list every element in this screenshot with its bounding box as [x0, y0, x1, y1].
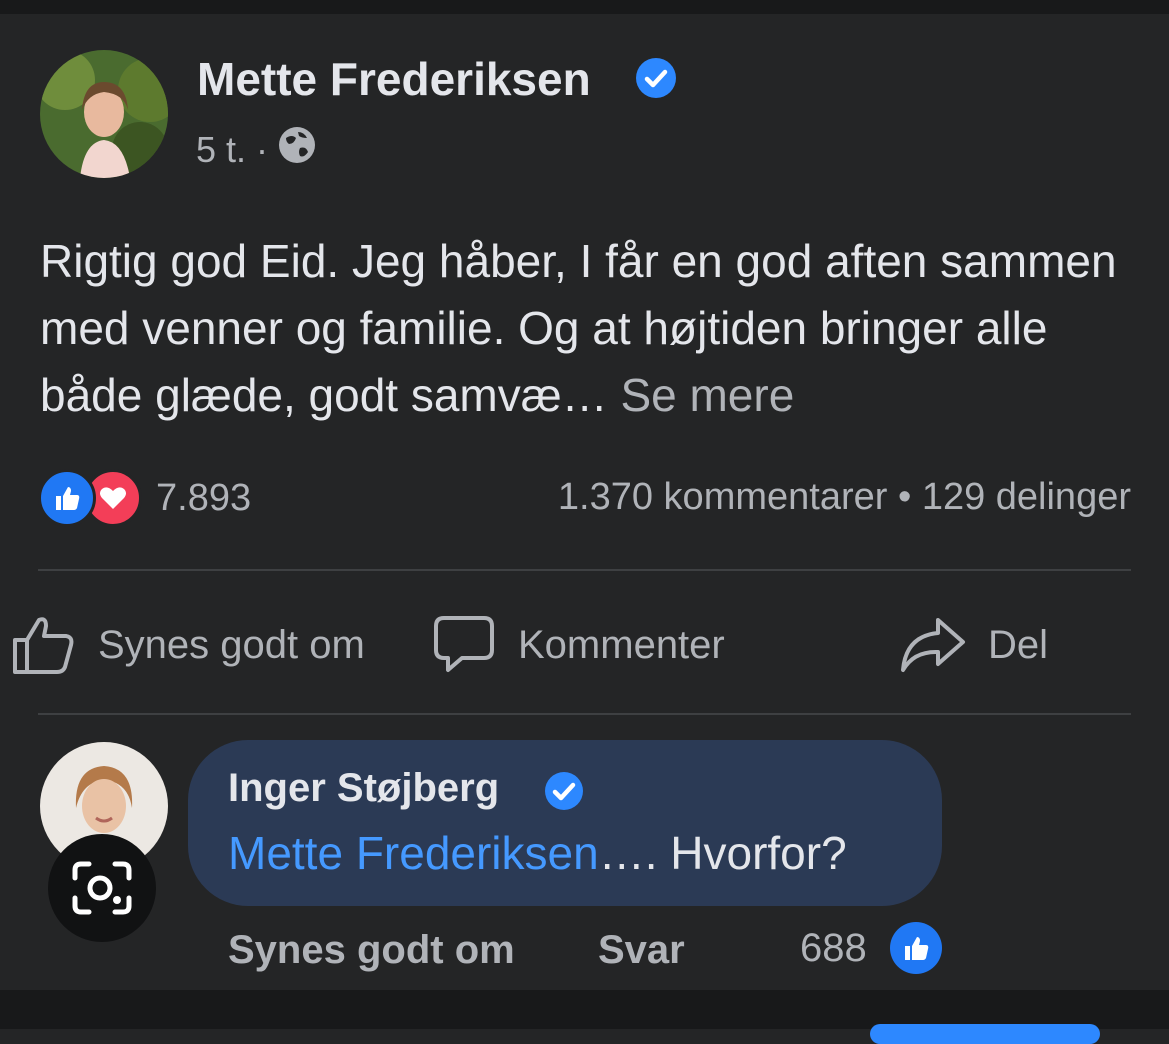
- reaction-count: 7.893: [156, 476, 252, 519]
- comment-icon: [434, 616, 494, 672]
- post-stats[interactable]: 1.370 kommentarer • 129 delinger: [558, 476, 1131, 519]
- post-body: Rigtig god Eid. Jeg håber, I får en god …: [40, 235, 1117, 421]
- top-edge: [0, 0, 1169, 14]
- comment-bubble[interactable]: [188, 740, 942, 906]
- bottom-edge: [0, 990, 1169, 1044]
- meta-separator: ·: [256, 128, 269, 170]
- comment-button[interactable]: Kommenter: [432, 605, 725, 685]
- post-text: Rigtig god Eid. Jeg håber, I får en god …: [40, 228, 1150, 429]
- like-button[interactable]: Synes godt om: [12, 605, 365, 685]
- globe-icon: [278, 126, 316, 173]
- comment-author-name[interactable]: Inger Støjberg: [228, 766, 499, 811]
- post-author-name[interactable]: Mette Frederiksen: [197, 52, 591, 106]
- share-button[interactable]: Del: [900, 605, 1048, 685]
- like-button-label: Synes godt om: [98, 622, 365, 667]
- see-more-link[interactable]: Se mere: [620, 369, 794, 421]
- share-button-label: Del: [988, 622, 1049, 667]
- comment-like-count[interactable]: 688: [800, 926, 867, 971]
- commenter-verified-badge-icon: [545, 772, 583, 810]
- comment-like-button[interactable]: Synes godt om: [228, 928, 515, 973]
- post-meta: 5 t. ·: [196, 126, 316, 173]
- comment-body: …. Hvorfor?: [598, 827, 847, 879]
- comment-button-label: Kommenter: [518, 622, 725, 667]
- divider-top: [38, 569, 1131, 571]
- verified-badge-icon: [636, 58, 676, 98]
- author-avatar-image: [40, 50, 168, 178]
- reaction-summary[interactable]: 7.893: [38, 469, 252, 527]
- thumbs-up-icon: [13, 617, 74, 674]
- author-avatar[interactable]: [40, 50, 168, 178]
- comment-reply-button[interactable]: Svar: [598, 928, 685, 973]
- share-icon: [901, 618, 965, 672]
- like-reaction-icon: [38, 469, 96, 527]
- divider-bottom: [38, 713, 1131, 715]
- comment-mention-link[interactable]: Mette Frederiksen: [228, 827, 599, 879]
- comment-text: Mette Frederiksen…. Hvorfor?: [228, 826, 847, 880]
- bottom-button-edge[interactable]: [870, 1024, 1100, 1044]
- comment-like-reaction-icon: [890, 922, 942, 974]
- post-time[interactable]: 5 t.: [196, 129, 246, 171]
- visual-search-icon[interactable]: [48, 834, 156, 942]
